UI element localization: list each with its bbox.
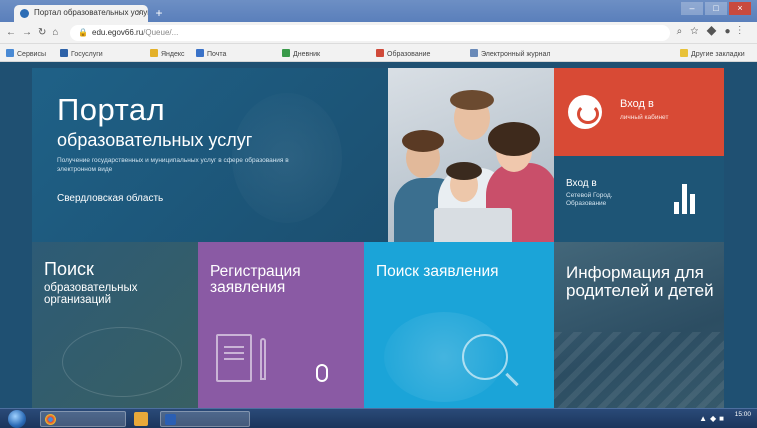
info-parents-tile[interactable]: Информация для родителей и детей <box>554 242 724 408</box>
bookmark-icon <box>196 49 204 57</box>
address-input[interactable]: 🔒 edu.egov66.ru/Queue/... <box>70 25 670 41</box>
maximize-button[interactable]: □ <box>705 2 727 15</box>
search-organizations-tile[interactable]: Поиск образовательных организаций <box>32 242 198 408</box>
gosuslugi-logo-icon <box>568 95 602 129</box>
taskbar-word-window[interactable] <box>160 411 250 427</box>
site-favicon-icon <box>20 9 29 18</box>
tab-title: Портал образовательных услуг <box>34 8 148 17</box>
bookmarks-bar: Сервисы Госуслуги Яндекс Почта Дневник О… <box>0 44 757 62</box>
bar-chart-icon <box>674 184 696 214</box>
portal-grid: Портал образовательных услуг Получение г… <box>32 68 724 408</box>
word-icon <box>165 414 176 425</box>
files-icon[interactable] <box>134 412 148 426</box>
page-title: Портал <box>57 92 166 127</box>
bookmark-icon <box>60 49 68 57</box>
bookmark-item[interactable]: Электронный журнал <box>470 49 550 58</box>
flag-icon[interactable]: ■ <box>719 414 727 423</box>
apps-icon <box>6 49 14 57</box>
bookmark-item[interactable]: Яндекс <box>150 49 185 58</box>
forward-icon[interactable]: → <box>22 27 38 38</box>
taskbar: ▲◆■ 15:00 <box>0 408 757 428</box>
system-tray: ▲◆■ <box>699 414 727 423</box>
login-title: Вход в <box>620 98 654 110</box>
browser-tab[interactable]: Портал образовательных услуг × <box>14 5 148 22</box>
star-icon[interactable]: ☆ <box>690 26 706 37</box>
tile-subtitle: образовательных организаций <box>44 282 138 306</box>
tile-title: Поиск <box>44 259 94 279</box>
bookmark-item[interactable]: Другие закладки <box>680 49 745 58</box>
home-icon[interactable]: ⌂ <box>52 27 64 38</box>
netcity-subtitle: Сетевой Город. Образование <box>566 192 613 207</box>
bookmark-item[interactable]: Госуслуги <box>60 49 103 58</box>
clock[interactable]: 15:00 <box>735 411 751 419</box>
hero-banner: Портал образовательных услуг Получение г… <box>32 68 388 242</box>
network-icon[interactable]: ▲ <box>699 414 710 423</box>
close-tab-icon[interactable]: × <box>137 7 142 17</box>
bookmark-icon <box>282 49 290 57</box>
navigation-buttons: ←→↻⌂ <box>6 27 64 38</box>
page-viewport: Портал образовательных услуг Получение г… <box>0 62 757 408</box>
page-subtitle: образовательных услуг <box>57 130 253 150</box>
folder-icon <box>680 49 688 57</box>
mouse-icon <box>316 364 328 382</box>
address-toolbar: ←→↻⌂ 🔒 edu.egov66.ru/Queue/... ⌕☆◆●⋮ <box>0 22 757 44</box>
netcity-tile[interactable]: Вход в Сетевой Город. Образование <box>554 156 724 242</box>
family-photo <box>388 68 554 242</box>
bookmark-item[interactable]: Дневник <box>282 49 320 58</box>
login-subtitle: личный кабинет <box>620 114 669 121</box>
login-tile[interactable]: Вход в личный кабинет <box>554 68 724 156</box>
region-link[interactable]: Свердловская область <box>57 193 163 204</box>
bookmark-item[interactable]: Почта <box>196 49 226 58</box>
toolbar-icons: ⌕☆◆●⋮ <box>677 26 749 37</box>
extension-icon[interactable]: ◆ <box>706 26 724 37</box>
pen-icon <box>260 338 266 380</box>
taskbar-chrome-window[interactable] <box>40 411 126 427</box>
start-button[interactable] <box>8 410 26 428</box>
tile-title: Информация для родителей и детей <box>566 263 714 300</box>
bookmark-icon <box>376 49 384 57</box>
netcity-title: Вход в <box>566 178 597 189</box>
bookmark-icon <box>150 49 158 57</box>
url-host: edu.egov66.ru <box>92 28 144 37</box>
hero-description: Получение государственных и муниципальны… <box>57 157 289 173</box>
url-path: /Queue/... <box>143 28 179 37</box>
chrome-icon <box>45 414 56 425</box>
search-icon[interactable]: ⌕ <box>677 26 691 37</box>
account-icon[interactable]: ● <box>724 26 738 37</box>
search-application-tile[interactable]: Поиск заявления <box>364 242 554 408</box>
keyboard-graphic <box>554 332 724 408</box>
circuit-graphic <box>62 327 182 397</box>
volume-icon[interactable]: ◆ <box>710 414 719 423</box>
new-tab-button[interactable]: + <box>152 7 166 19</box>
browser-window: Портал образовательных услуг × + – □ × ←… <box>0 0 757 428</box>
registration-tile[interactable]: Регистрация заявления <box>198 242 364 408</box>
document-icon <box>216 334 252 382</box>
tile-title: Поиск заявления <box>376 263 499 280</box>
menu-icon[interactable]: ⋮ <box>739 26 750 37</box>
window-controls: – □ × <box>681 2 751 15</box>
lock-icon: 🔒 <box>78 28 88 37</box>
bookmark-icon <box>470 49 478 57</box>
bookmark-item[interactable]: Сервисы <box>6 49 46 58</box>
bookmark-item[interactable]: Образование <box>376 49 430 58</box>
magnifier-icon <box>462 334 508 380</box>
tab-bar: Портал образовательных услуг × + – □ × <box>0 0 757 22</box>
back-icon[interactable]: ← <box>6 27 22 38</box>
minimize-button[interactable]: – <box>681 2 703 15</box>
reload-icon[interactable]: ↻ <box>38 27 52 38</box>
close-window-button[interactable]: × <box>729 2 751 15</box>
tile-title: Регистрация заявления <box>210 263 301 297</box>
